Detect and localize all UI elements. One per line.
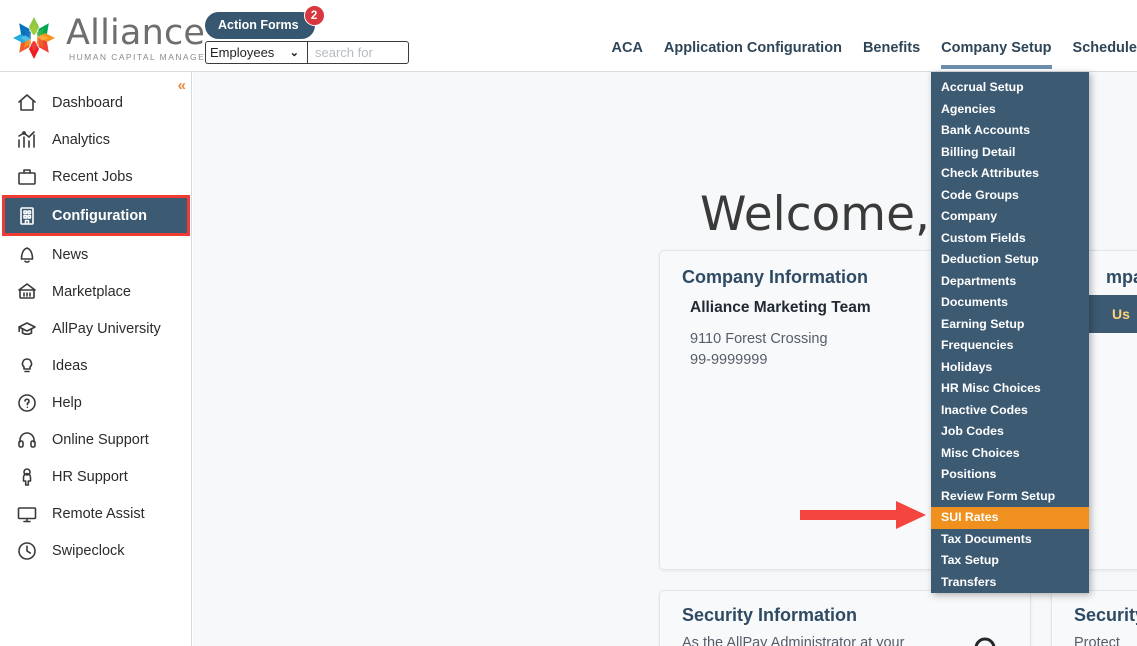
- security-information-title: Security Information: [682, 605, 858, 625]
- sidebar-item-label: Remote Assist: [52, 505, 145, 522]
- sidebar-item-analytics[interactable]: Analytics: [0, 121, 191, 158]
- sidebar-item-label: Dashboard: [52, 94, 123, 111]
- sidebar-item-label: Swipeclock: [52, 542, 125, 559]
- company-card-partial-band: Us: [1084, 295, 1137, 333]
- action-forms-button[interactable]: Action Forms: [205, 12, 315, 39]
- sidebar-item-remote-assist[interactable]: Remote Assist: [0, 495, 191, 532]
- sidebar: « Dashboard Analytics Recent Jobs Configura…: [0, 72, 192, 646]
- graduation-cap-icon: [16, 317, 43, 341]
- home-icon: [16, 91, 43, 115]
- sidebar-item-label: Online Support: [52, 431, 149, 448]
- headset-icon: [16, 428, 43, 452]
- dropdown-item-company[interactable]: Company: [931, 206, 1089, 228]
- security-card-partial-title: Security: [1074, 605, 1137, 625]
- sidebar-item-label: Analytics: [52, 131, 111, 148]
- lightbulb-icon: [16, 354, 43, 378]
- sidebar-item-label: Ideas: [52, 357, 88, 374]
- dropdown-item-departments[interactable]: Departments: [931, 271, 1089, 293]
- bell-icon: [16, 243, 43, 267]
- sidebar-item-label: AllPay University: [52, 320, 161, 337]
- double-chevron-left-icon[interactable]: «: [178, 78, 187, 93]
- security-information-body: As the AllPay Administrator at your: [682, 635, 905, 646]
- company-card-partial-title: mpan: [1106, 267, 1137, 287]
- dropdown-item-billing-detail[interactable]: Billing Detail: [931, 142, 1089, 164]
- bar-chart-icon: [16, 128, 43, 152]
- sidebar-item-label: Configuration: [52, 207, 148, 224]
- company-information-title: Company Information: [682, 267, 869, 287]
- company-name: Alliance Marketing Team: [690, 299, 871, 316]
- sidebar-item-label: Help: [52, 394, 82, 411]
- dropdown-item-code-groups[interactable]: Code Groups: [931, 185, 1089, 207]
- action-forms-count-badge: 2: [303, 5, 325, 26]
- sidebar-item-hr-support[interactable]: HR Support: [0, 458, 191, 495]
- clock-icon: [16, 539, 43, 563]
- question-circle-icon: [16, 391, 43, 415]
- dropdown-item-tax-documents[interactable]: Tax Documents: [931, 529, 1089, 551]
- dropdown-item-misc-choices[interactable]: Misc Choices: [931, 443, 1089, 465]
- top-bar: Alliance HUMAN CAPITAL MANAGEMENT Action…: [0, 0, 1137, 72]
- dropdown-item-deduction-setup[interactable]: Deduction Setup: [931, 249, 1089, 271]
- sidebar-item-label: HR Support: [52, 468, 128, 485]
- brand-logo[interactable]: Alliance HUMAN CAPITAL MANAGEMENT: [8, 13, 235, 63]
- dropdown-item-transfers[interactable]: Transfers: [931, 572, 1089, 594]
- lock-icon: [965, 631, 1005, 646]
- sidebar-item-dashboard[interactable]: Dashboard: [0, 84, 191, 121]
- dropdown-item-documents[interactable]: Documents: [931, 292, 1089, 314]
- red-arrow-right-icon: [800, 500, 930, 530]
- sidebar-item-news[interactable]: News: [0, 236, 191, 273]
- global-search: Employees ⌄: [205, 41, 409, 64]
- dropdown-item-sui-rates[interactable]: SUI Rates: [931, 507, 1089, 529]
- starburst-logo-icon: [8, 13, 60, 63]
- sidebar-item-online-support[interactable]: Online Support: [0, 421, 191, 458]
- search-scope-select[interactable]: Employees: [205, 41, 307, 64]
- dropdown-item-earning-setup[interactable]: Earning Setup: [931, 314, 1089, 336]
- person-icon: [16, 465, 43, 489]
- dropdown-item-holidays[interactable]: Holidays: [931, 357, 1089, 379]
- sidebar-item-label: Marketplace: [52, 283, 131, 300]
- dropdown-item-hr-misc-choices[interactable]: HR Misc Choices: [931, 378, 1089, 400]
- dropdown-item-custom-fields[interactable]: Custom Fields: [931, 228, 1089, 250]
- building-icon: [16, 204, 43, 228]
- security-information-card: Security Information As the AllPay Admin…: [659, 590, 1031, 646]
- search-input[interactable]: [307, 41, 409, 64]
- sidebar-item-allpay-university[interactable]: AllPay University: [0, 310, 191, 347]
- company-address: 9110 Forest Crossing: [690, 331, 828, 347]
- sidebar-item-configuration[interactable]: Configuration: [2, 195, 190, 236]
- main-navigation: ACA Application Configuration Benefits Comp…: [612, 40, 1137, 69]
- sidebar-item-help[interactable]: Help: [0, 384, 191, 421]
- security-card-partial: Security Protect: [1051, 590, 1137, 646]
- dropdown-item-bank-accounts[interactable]: Bank Accounts: [931, 120, 1089, 142]
- dropdown-item-accrual-setup[interactable]: Accrual Setup: [931, 77, 1089, 99]
- dropdown-item-job-codes[interactable]: Job Codes: [931, 421, 1089, 443]
- sidebar-item-recent-jobs[interactable]: Recent Jobs: [0, 158, 191, 195]
- sidebar-item-label: News: [52, 246, 89, 263]
- dropdown-item-tax-setup[interactable]: Tax Setup: [931, 550, 1089, 572]
- dropdown-item-agencies[interactable]: Agencies: [931, 99, 1089, 121]
- nav-item-aca[interactable]: ACA: [612, 40, 643, 65]
- sidebar-item-ideas[interactable]: Ideas: [0, 347, 191, 384]
- briefcase-icon: [16, 165, 43, 189]
- monitor-icon: [16, 502, 43, 526]
- nav-item-benefits[interactable]: Benefits: [863, 40, 920, 65]
- sidebar-item-label: Recent Jobs: [52, 168, 133, 185]
- nav-item-company-setup[interactable]: Company Setup: [941, 40, 1052, 69]
- company-setup-dropdown-menu: Accrual Setup Agencies Bank Accounts Billin…: [931, 72, 1089, 593]
- sidebar-item-marketplace[interactable]: Marketplace: [0, 273, 191, 310]
- dropdown-item-inactive-codes[interactable]: Inactive Codes: [931, 400, 1089, 422]
- dropdown-item-check-attributes[interactable]: Check Attributes: [931, 163, 1089, 185]
- company-tax-id: 99-9999999: [690, 352, 768, 368]
- dropdown-item-review-form-setup[interactable]: Review Form Setup: [931, 486, 1089, 508]
- nav-item-schedule[interactable]: Schedule: [1073, 40, 1137, 65]
- sidebar-item-swipeclock[interactable]: Swipeclock: [0, 532, 191, 569]
- security-card-partial-body: Protect: [1074, 635, 1120, 646]
- basket-icon: [16, 280, 43, 304]
- nav-item-application-configuration[interactable]: Application Configuration: [664, 40, 842, 65]
- dropdown-item-positions[interactable]: Positions: [931, 464, 1089, 486]
- company-card-partial: mpan Us: [1083, 250, 1137, 570]
- action-forms-wrapper: Action Forms 2: [205, 5, 325, 39]
- dropdown-item-frequencies[interactable]: Frequencies: [931, 335, 1089, 357]
